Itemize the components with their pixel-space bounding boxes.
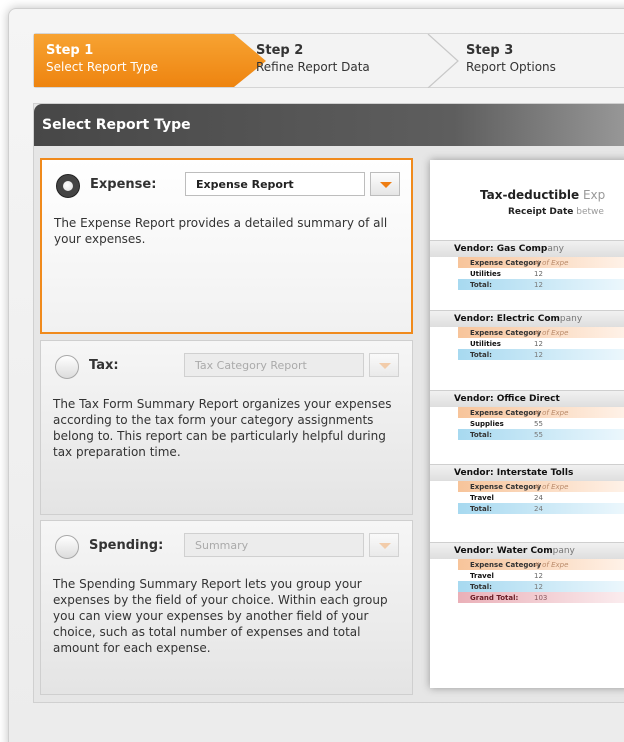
preview-title: Tax-deductible Exp: [480, 188, 606, 202]
spending-dropdown-button[interactable]: [369, 533, 399, 557]
step-3-number: Step 3: [466, 43, 514, 58]
vendor-data-row: Utilities 12: [470, 270, 543, 278]
spending-radio[interactable]: [55, 535, 79, 559]
vendor-name: Vendor: Interstate Tolls: [430, 464, 624, 481]
vendor-total-row: Total: 24: [458, 503, 624, 514]
wizard-steps: Step 1 Select Report Type Step 2 Refine …: [33, 33, 624, 88]
tax-radio[interactable]: [55, 355, 79, 379]
vendor-data-row: Supplies 55: [470, 420, 543, 428]
step-1-number: Step 1: [46, 43, 94, 58]
step-1[interactable]: Step 1 Select Report Type: [34, 34, 266, 87]
spending-title: Spending:: [89, 538, 164, 553]
tax-description: The Tax Form Summary Report organizes yo…: [53, 397, 392, 459]
preview-vendor-block: Vendor: Office Direct Expense Category # o…: [430, 390, 624, 440]
vendor-name: Vendor: Water Company: [430, 542, 624, 559]
preview-subtitle: Receipt Date betwe: [508, 207, 604, 217]
grand-total-row: Grand Total: 103: [458, 592, 624, 603]
spending-description: The Spending Summary Report lets you gro…: [53, 577, 388, 655]
vendor-total-row: Total: 55: [458, 429, 624, 440]
vendor-header-row: Expense Category # of Expe: [458, 327, 624, 338]
tax-report-select[interactable]: Tax Category Report: [184, 353, 364, 377]
vendor-data-row: Travel 24: [470, 494, 543, 502]
preview-vendor-block: Vendor: Electric Company Expense Category…: [430, 310, 624, 360]
expense-report-select[interactable]: Expense Report: [185, 172, 365, 196]
preview-vendor-block: Vendor: Gas Company Expense Category # of …: [430, 240, 624, 290]
vendor-name: Vendor: Office Direct: [430, 390, 624, 407]
vendor-total-row: Total: 12: [458, 349, 624, 360]
vendor-header-row: Expense Category # of Expe: [458, 559, 624, 570]
report-option-tax[interactable]: Tax: Tax Category Report The Tax Form Su…: [40, 340, 413, 515]
vendor-total-row: Total: 12: [458, 581, 624, 592]
tax-title: Tax:: [89, 358, 119, 373]
report-option-expense[interactable]: Expense: Expense Report The Expense Repo…: [40, 158, 413, 334]
panel-title: Select Report Type: [34, 104, 624, 146]
vendor-name: Vendor: Electric Company: [430, 310, 624, 327]
vendor-data-row: Utilities 12: [470, 340, 543, 348]
vendor-data-row: Travel 12: [470, 572, 543, 580]
spending-report-select[interactable]: Summary: [184, 533, 364, 557]
vendor-total-row: Total: 12: [458, 279, 624, 290]
vendor-header-row: Expense Category # of Expe: [458, 481, 624, 492]
vendor-name: Vendor: Gas Company: [430, 240, 624, 257]
expense-title: Expense:: [90, 177, 157, 192]
preview-vendor-block: Vendor: Interstate Tolls Expense Category…: [430, 464, 624, 514]
vendor-header-row: Expense Category # of Expe: [458, 407, 624, 418]
expense-dropdown-button[interactable]: [370, 172, 400, 196]
report-preview: Tax-deductible Exp Receipt Date betwe Ve…: [430, 160, 624, 688]
expense-radio[interactable]: [56, 174, 80, 198]
tax-dropdown-button[interactable]: [369, 353, 399, 377]
step-3-label: Report Options: [466, 60, 556, 74]
report-option-spending[interactable]: Spending: Summary The Spending Summary R…: [40, 520, 413, 695]
expense-description: The Expense Report provides a detailed s…: [54, 216, 388, 246]
vendor-header-row: Expense Category # of Expe: [458, 257, 624, 268]
step-1-label: Select Report Type: [46, 60, 158, 74]
preview-vendor-block: Vendor: Water Company Expense Category # o…: [430, 542, 624, 603]
step-3[interactable]: Step 3 Report Options: [454, 34, 624, 87]
